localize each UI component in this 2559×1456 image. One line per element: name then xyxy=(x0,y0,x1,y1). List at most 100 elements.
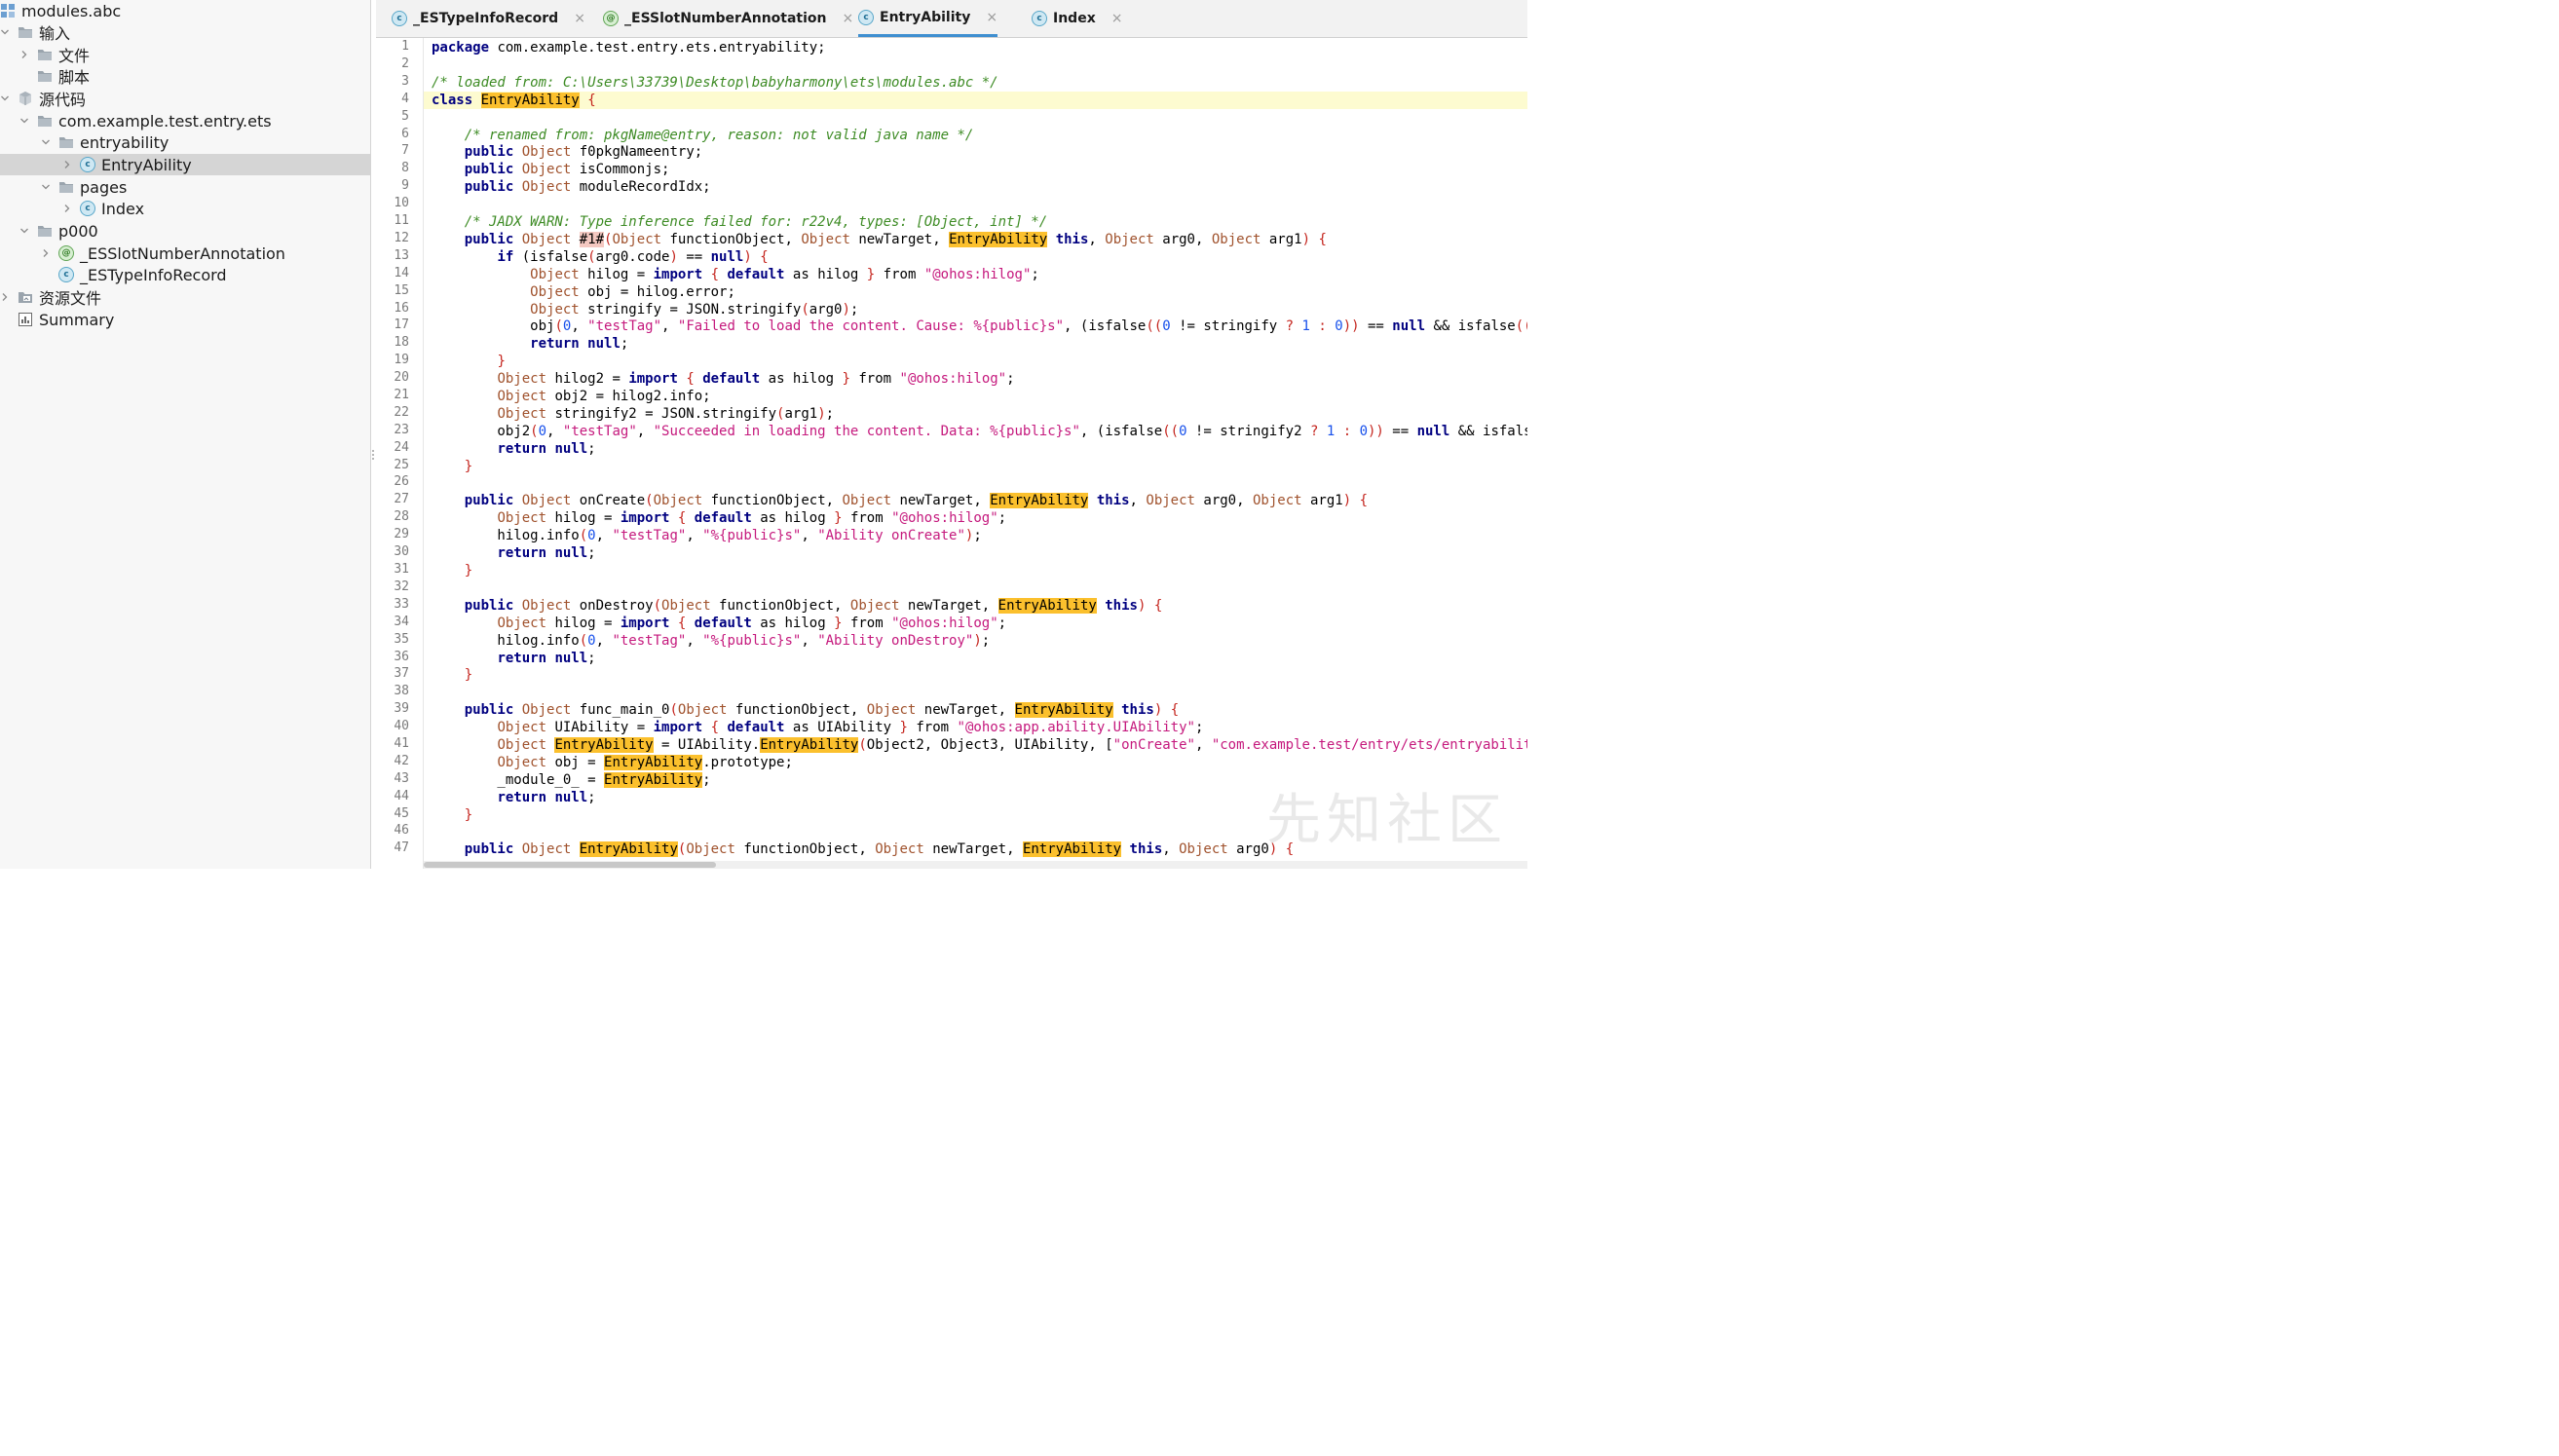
horizontal-scrollbar[interactable] xyxy=(424,861,1527,869)
code-line[interactable]: } xyxy=(424,458,1527,475)
tab-close-icon[interactable]: × xyxy=(574,11,585,26)
code-line[interactable]: obj2(0, "testTag", "Succeeded in loading… xyxy=(424,423,1527,440)
code-line[interactable] xyxy=(424,56,1527,74)
folder-icon xyxy=(37,113,53,129)
code-area[interactable]: package com.example.test.entry.ets.entry… xyxy=(424,38,1527,869)
code-token: ( xyxy=(645,493,654,508)
chevron-down-icon[interactable] xyxy=(0,93,10,103)
code-line[interactable]: return null; xyxy=(424,335,1527,353)
tree-item[interactable]: entryability xyxy=(0,131,370,153)
code-line[interactable] xyxy=(424,579,1527,597)
chevron-down-icon[interactable] xyxy=(0,27,10,37)
code-token: , xyxy=(1088,232,1106,247)
code-line[interactable]: public Object onDestroy(Object functionO… xyxy=(424,597,1527,615)
tree-item[interactable]: 文件 xyxy=(0,44,370,65)
code-line[interactable] xyxy=(424,684,1527,701)
tree-item[interactable]: pages xyxy=(0,176,370,198)
tab-close-icon[interactable]: × xyxy=(1111,11,1123,26)
code-line[interactable]: Object stringify = JSON.stringify(arg0); xyxy=(424,301,1527,318)
tree-item[interactable]: 脚本 xyxy=(0,65,370,87)
code-line[interactable]: package com.example.test.entry.ets.entry… xyxy=(424,39,1527,56)
code-line[interactable]: } xyxy=(424,666,1527,684)
code-line[interactable]: obj(0, "testTag", "Failed to load the co… xyxy=(424,317,1527,335)
tree-item[interactable]: c Index xyxy=(0,198,370,219)
code-token: ) xyxy=(1342,493,1352,508)
package-icon xyxy=(18,91,33,106)
code-editor[interactable]: 1 2 3 4 5 6 7 8 9 10 11 12 13 14 15 16 17 18 19 20 21 22 23 24 2… xyxy=(376,38,1527,869)
chevron-right-icon[interactable] xyxy=(62,160,72,169)
editor-tab[interactable]: c EntryAbility × xyxy=(858,0,998,37)
code-line[interactable]: /* JADX WARN: Type inference failed for:… xyxy=(424,213,1527,231)
code-line[interactable]: Object UIAbility = import { default as U… xyxy=(424,719,1527,736)
editor-tab[interactable]: c Index × xyxy=(1032,0,1122,37)
code-line[interactable]: public Object onCreate(Object functionOb… xyxy=(424,492,1527,509)
chevron-down-icon[interactable] xyxy=(41,137,51,147)
code-line[interactable]: if (isfalse(arg0.code) == null) { xyxy=(424,248,1527,266)
tree-item[interactable]: @ _ESSlotNumberAnnotation xyxy=(0,243,370,264)
scrollbar-thumb[interactable] xyxy=(424,862,716,868)
chevron-down-icon[interactable] xyxy=(41,182,51,192)
code-line[interactable]: } xyxy=(424,353,1527,370)
code-line[interactable]: class EntryAbility { xyxy=(424,92,1527,109)
code-line[interactable]: public Object func_main_0(Object functio… xyxy=(424,701,1527,719)
code-line[interactable]: Object stringify2 = JSON.stringify(arg1)… xyxy=(424,405,1527,423)
code-line[interactable]: /* loaded from: C:\Users\33739\Desktop\b… xyxy=(424,74,1527,92)
code-token: } xyxy=(899,720,908,735)
code-token: ) xyxy=(973,633,982,649)
tree-item[interactable]: 资源文件 xyxy=(0,286,370,308)
code-token: Object xyxy=(521,841,572,857)
code-line[interactable]: Object hilog = import { default as hilog… xyxy=(424,615,1527,632)
code-line[interactable] xyxy=(424,474,1527,492)
chevron-right-icon[interactable] xyxy=(0,292,10,302)
code-line[interactable]: return null; xyxy=(424,440,1527,458)
editor-tab[interactable]: c _ESTypeInfoRecord × xyxy=(392,0,585,37)
tree-item[interactable]: 源代码 xyxy=(0,88,370,109)
code-line[interactable]: public Object #1#(Object functionObject,… xyxy=(424,231,1527,248)
code-line[interactable] xyxy=(424,109,1527,127)
tree-item[interactable]: c _ESTypeInfoRecord xyxy=(0,264,370,285)
code-line[interactable]: hilog.info(0, "testTag", "%{public}s", "… xyxy=(424,527,1527,544)
tree-item[interactable]: Summary xyxy=(0,309,370,330)
tab-close-icon[interactable]: × xyxy=(843,11,854,26)
chevron-down-icon[interactable] xyxy=(19,226,29,236)
code-line[interactable]: Object obj2 = hilog2.info; xyxy=(424,388,1527,405)
code-line[interactable] xyxy=(424,196,1527,213)
code-line[interactable]: public Object moduleRecordIdx; xyxy=(424,178,1527,196)
code-line[interactable]: Object EntryAbility = UIAbility.EntryAbi… xyxy=(424,736,1527,754)
tree-item[interactable]: c EntryAbility xyxy=(0,154,370,175)
code-line[interactable]: hilog.info(0, "testTag", "%{public}s", "… xyxy=(424,632,1527,650)
code-line[interactable]: /* renamed from: pkgName@entry, reason: … xyxy=(424,127,1527,144)
tab-close-icon[interactable]: × xyxy=(986,10,997,25)
code-line[interactable]: Object obj = EntryAbility.prototype; xyxy=(424,754,1527,771)
code-line[interactable]: Object hilog = import { default as hilog… xyxy=(424,509,1527,527)
chevron-down-icon[interactable] xyxy=(19,116,29,126)
code-token: import xyxy=(620,616,670,631)
code-token: 0 xyxy=(1179,424,1187,439)
editor-tab[interactable]: @ _ESSlotNumberAnnotation × xyxy=(603,0,853,37)
code-line[interactable]: Object obj = hilog.error; xyxy=(424,283,1527,301)
code-line[interactable]: return null; xyxy=(424,544,1527,562)
code-line[interactable]: Object hilog = import { default as hilog… xyxy=(424,266,1527,283)
code-line[interactable]: public Object isCommonjs; xyxy=(424,161,1527,178)
chevron-right-icon[interactable] xyxy=(41,248,51,258)
code-token: stringify = JSON.stringify xyxy=(579,302,802,317)
code-line[interactable]: } xyxy=(424,562,1527,579)
tree-item[interactable]: 输入 xyxy=(0,21,370,43)
panel-splitter-handle[interactable] xyxy=(371,448,375,467)
line-number: 10 xyxy=(394,196,409,210)
line-number: 23 xyxy=(394,423,409,437)
tree-item[interactable]: com.example.test.entry.ets xyxy=(0,110,370,131)
chevron-right-icon[interactable] xyxy=(62,204,72,213)
tree-item[interactable]: p000 xyxy=(0,220,370,242)
chevron-right-icon[interactable] xyxy=(19,50,29,59)
tree-item[interactable]: modules.abc xyxy=(0,0,370,21)
code-line[interactable]: Object hilog2 = import { default as hilo… xyxy=(424,370,1527,388)
code-line[interactable]: return null; xyxy=(424,650,1527,667)
code-line[interactable]: public Object f0pkgNameentry; xyxy=(424,143,1527,161)
